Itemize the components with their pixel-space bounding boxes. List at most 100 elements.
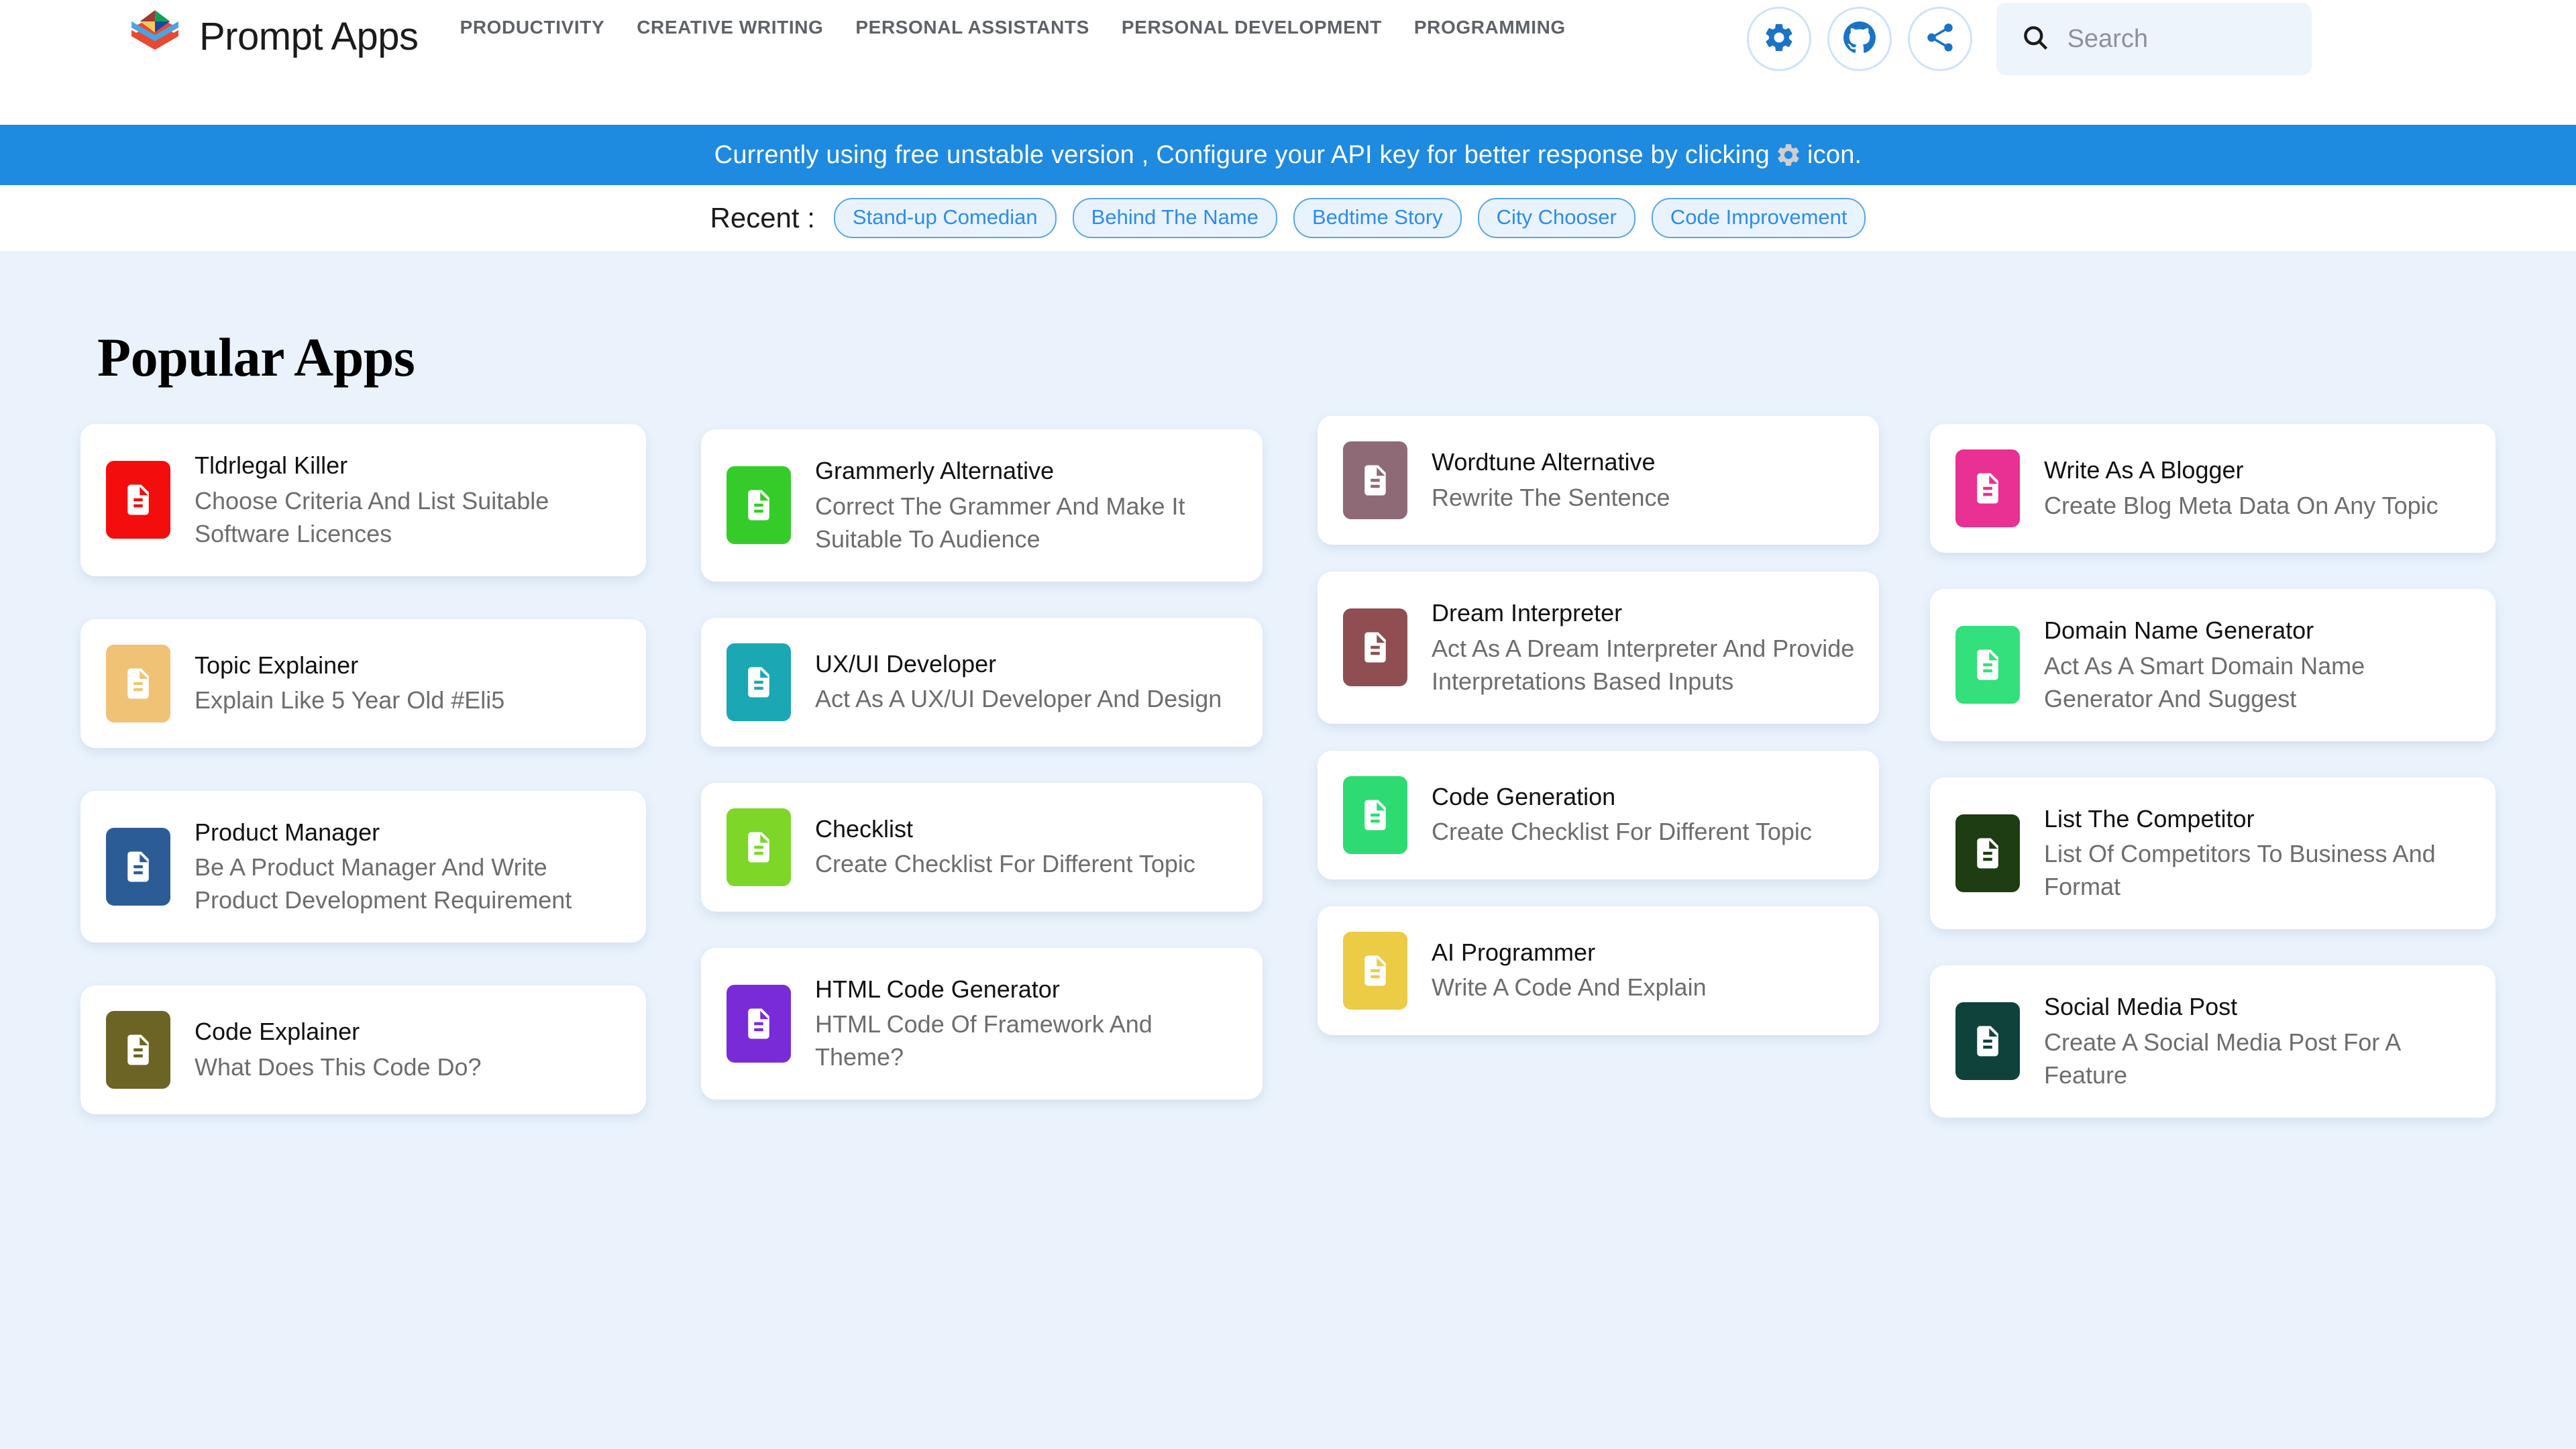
app-card[interactable]: List The CompetitorList Of Competitors T…	[1930, 777, 2496, 930]
app-card[interactable]: UX/UI DeveloperAct As A UX/UI Developer …	[701, 618, 1263, 747]
nav-item-creative-writing[interactable]: CREATIVE WRITING	[637, 15, 823, 40]
app-card-description: Explain Like 5 Year Old #Eli5	[195, 684, 504, 717]
app-column-4: Write As A BloggerCreate Blog Meta Data …	[1930, 424, 2496, 1154]
app-card-description: Choose Criteria And List Suitable Softwa…	[195, 485, 623, 551]
stacked-diamonds-logo-icon	[124, 5, 186, 67]
app-card[interactable]: Topic ExplainerExplain Like 5 Year Old #…	[80, 619, 646, 748]
app-card-text: UX/UI DeveloperAct As A UX/UI Developer …	[815, 648, 1222, 716]
app-card-text: Write As A BloggerCreate Blog Meta Data …	[2044, 454, 2438, 523]
app-card-title: Dream Interpreter	[1432, 597, 1856, 630]
nav-item-personal-assistants[interactable]: PERSONAL ASSISTANTS	[855, 15, 1089, 40]
nav-item-personal-development[interactable]: PERSONAL DEVELOPMENT	[1122, 15, 1382, 40]
app-card-text: Code ExplainerWhat Does This Code Do?	[195, 1016, 482, 1084]
app-card-text: AI ProgrammerWrite A Code And Explain	[1432, 936, 1707, 1005]
document-icon	[727, 466, 791, 544]
header-actions: Search	[1747, 0, 2312, 75]
app-card[interactable]: HTML Code GeneratorHTML Code Of Framewor…	[701, 948, 1263, 1100]
gear-emoji-icon	[1775, 142, 1802, 168]
document-icon	[1955, 449, 2020, 527]
brand-name: Prompt Apps	[199, 14, 419, 59]
app-card-text: Dream InterpreterAct As A Dream Interpre…	[1432, 597, 1856, 698]
app-card-text: ChecklistCreate Checklist For Different …	[815, 813, 1195, 881]
app-card[interactable]: Social Media PostCreate A Social Media P…	[1930, 965, 2496, 1118]
banner-text-before: Currently using free unstable version , …	[714, 141, 1770, 170]
app-card-title: Tldrlegal Killer	[195, 449, 623, 482]
app-card-text: Social Media PostCreate A Social Media P…	[2044, 991, 2473, 1092]
app-header: Prompt Apps PRODUCTIVITY CREATIVE WRITIN…	[0, 0, 2576, 125]
app-card-description: Write A Code And Explain	[1432, 971, 1707, 1004]
app-card-title: Topic Explainer	[195, 649, 504, 682]
search-input[interactable]: Search	[1996, 3, 2312, 75]
app-card-title: Checklist	[815, 813, 1195, 846]
recent-chip-bedtime-story[interactable]: Bedtime Story	[1293, 198, 1462, 238]
app-card-title: Grammerly Alternative	[815, 455, 1240, 488]
app-card-description: Rewrite The Sentence	[1432, 482, 1670, 515]
document-icon	[727, 643, 791, 721]
api-key-banner: Currently using free unstable version , …	[0, 125, 2576, 185]
app-card[interactable]: ChecklistCreate Checklist For Different …	[701, 783, 1263, 912]
app-column-1: Tldrlegal KillerChoose Criteria And List…	[80, 424, 646, 1157]
github-button[interactable]	[1827, 7, 1892, 71]
app-card-title: Code Generation	[1432, 781, 1812, 814]
app-card[interactable]: Grammerly AlternativeCorrect The Grammer…	[701, 429, 1263, 582]
app-card[interactable]: Product ManagerBe A Product Manager And …	[80, 791, 646, 943]
app-card-description: Create Checklist For Different Topic	[815, 848, 1195, 881]
document-icon	[1955, 626, 2020, 704]
app-card[interactable]: AI ProgrammerWrite A Code And Explain	[1318, 906, 1879, 1035]
nav-item-productivity[interactable]: PRODUCTIVITY	[460, 15, 605, 40]
app-card-description: What Does This Code Do?	[195, 1051, 482, 1084]
app-card-title: Domain Name Generator	[2044, 614, 2473, 647]
app-card-title: Social Media Post	[2044, 991, 2473, 1024]
app-card[interactable]: Wordtune AlternativeRewrite The Sentence	[1318, 416, 1879, 545]
brand-logo[interactable]: Prompt Apps	[124, 0, 419, 67]
app-card-title: UX/UI Developer	[815, 648, 1222, 681]
app-card[interactable]: Write As A BloggerCreate Blog Meta Data …	[1930, 424, 2496, 553]
github-icon	[1843, 21, 1876, 58]
app-card-title: HTML Code Generator	[815, 973, 1240, 1006]
recent-chip-city-chooser[interactable]: City Chooser	[1478, 198, 1635, 238]
app-card[interactable]: Code ExplainerWhat Does This Code Do?	[80, 985, 646, 1114]
app-card-description: Create Blog Meta Data On Any Topic	[2044, 490, 2438, 523]
app-card-title: Wordtune Alternative	[1432, 446, 1670, 479]
search-placeholder: Search	[2068, 25, 2148, 54]
app-card-description: Correct The Grammer And Make It Suitable…	[815, 490, 1240, 556]
app-card-text: Topic ExplainerExplain Like 5 Year Old #…	[195, 649, 504, 718]
banner-text-after: icon.	[1807, 141, 1862, 170]
app-card-text: Tldrlegal KillerChoose Criteria And List…	[195, 449, 623, 551]
app-column-2: Grammerly AlternativeCorrect The Grammer…	[697, 429, 1263, 1136]
app-card[interactable]: Code GenerationCreate Checklist For Diff…	[1318, 751, 1879, 879]
popular-apps-section: Popular Apps Tldrlegal KillerChoose Crit…	[0, 251, 2576, 1449]
app-card-description: Act As A UX/UI Developer And Design	[815, 683, 1222, 716]
document-icon	[1343, 441, 1407, 519]
app-card-description: Act As A Dream Interpreter And Provide I…	[1432, 633, 1856, 698]
app-card-text: Grammerly AlternativeCorrect The Grammer…	[815, 455, 1240, 556]
app-card-text: Code GenerationCreate Checklist For Diff…	[1432, 781, 1812, 849]
nav-item-programming[interactable]: PROGRAMMING	[1414, 15, 1566, 40]
app-card-description: Create A Social Media Post For A Feature	[2044, 1026, 2473, 1092]
app-card[interactable]: Domain Name GeneratorAct As A Smart Doma…	[1930, 589, 2496, 741]
settings-button[interactable]	[1747, 7, 1811, 71]
document-icon	[1343, 776, 1407, 854]
document-icon	[1955, 814, 2020, 892]
document-icon	[1343, 932, 1407, 1010]
app-column-3: Wordtune AlternativeRewrite The Sentence…	[1313, 416, 1879, 1062]
app-card[interactable]: Tldrlegal KillerChoose Criteria And List…	[80, 424, 646, 576]
recent-bar: Recent : Stand-up Comedian Behind The Na…	[0, 185, 2576, 251]
share-icon	[1923, 21, 1957, 58]
app-card-description: HTML Code Of Framework And Theme?	[815, 1008, 1240, 1074]
document-icon	[1343, 608, 1407, 686]
app-card-description: Act As A Smart Domain Name Generator And…	[2044, 650, 2473, 716]
document-icon	[106, 1011, 170, 1089]
document-icon	[727, 808, 791, 886]
recent-chip-stand-up-comedian[interactable]: Stand-up Comedian	[834, 198, 1057, 238]
document-icon	[106, 828, 170, 906]
app-card[interactable]: Dream InterpreterAct As A Dream Interpre…	[1318, 572, 1879, 724]
share-button[interactable]	[1908, 7, 1972, 71]
app-card-title: Product Manager	[195, 816, 623, 849]
app-card-title: List The Competitor	[2044, 803, 2473, 836]
app-card-text: Product ManagerBe A Product Manager And …	[195, 816, 623, 918]
recent-chip-behind-the-name[interactable]: Behind The Name	[1073, 198, 1277, 238]
page-title: Popular Apps	[80, 251, 2496, 424]
app-card-text: Domain Name GeneratorAct As A Smart Doma…	[2044, 614, 2473, 716]
recent-chip-code-improvement[interactable]: Code Improvement	[1652, 198, 1866, 238]
